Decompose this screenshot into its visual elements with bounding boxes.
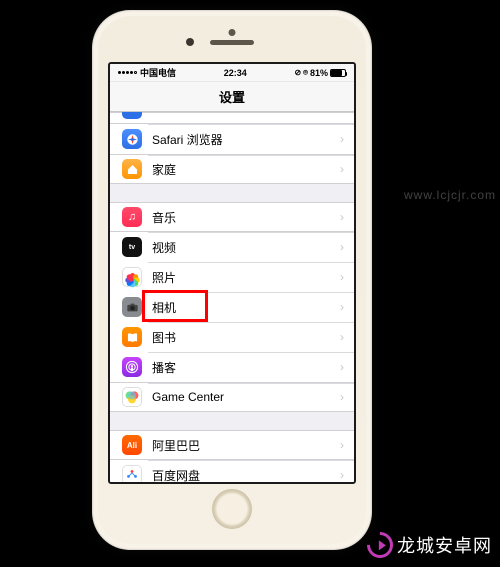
chevron-right-icon: › <box>340 468 344 482</box>
chevron-right-icon: › <box>340 270 344 284</box>
chevron-right-icon: › <box>340 300 344 314</box>
list-item-label: Game Center <box>152 390 340 404</box>
list-item-books[interactable]: 图书 › <box>110 322 354 352</box>
baidupan-icon <box>122 465 142 482</box>
chevron-right-icon: › <box>340 210 344 224</box>
list-item-label: 视频 <box>152 239 340 256</box>
home-button[interactable] <box>108 484 356 534</box>
list-item-camera[interactable]: 相机 › <box>110 292 354 322</box>
list-item-photos[interactable]: 照片 › <box>110 262 354 292</box>
list-item-label: 相机 <box>152 299 340 316</box>
battery-percent: 81% <box>310 68 328 78</box>
unknown-icon <box>122 112 142 119</box>
watermark-bottom: 龙城安卓网 <box>367 532 492 558</box>
status-bar: 中国电信 22:34 ⊘ ⌾ 81% <box>110 64 354 82</box>
tv-icon: ​tv <box>122 237 142 257</box>
lock-icon: ⌾ <box>303 68 308 78</box>
list-item-label: 照片 <box>152 269 340 286</box>
screen: 中国电信 22:34 ⊘ ⌾ 81% 设置 <box>108 62 356 484</box>
list-item-podcasts[interactable]: 播客 › <box>110 352 354 382</box>
chevron-right-icon: › <box>340 390 344 404</box>
books-icon <box>122 327 142 347</box>
alibaba-icon: Ali <box>122 435 142 455</box>
list-item-gamecenter[interactable]: Game Center › <box>110 382 354 412</box>
chevron-right-icon: › <box>340 132 344 146</box>
list-item-label: 图书 <box>152 329 340 346</box>
status-time: 22:34 <box>176 68 294 78</box>
photos-icon <box>122 267 142 287</box>
sensor-dot <box>229 29 236 36</box>
speaker-slot <box>210 40 254 45</box>
nav-bar: 设置 <box>110 82 354 112</box>
front-camera <box>186 38 194 46</box>
chevron-right-icon: › <box>340 162 344 176</box>
camera-icon <box>122 297 142 317</box>
chevron-right-icon: › <box>340 240 344 254</box>
list-item-home[interactable]: 家庭 › <box>110 154 354 184</box>
music-icon: ♫ <box>122 207 142 227</box>
podcasts-icon <box>122 357 142 377</box>
chevron-right-icon: › <box>340 360 344 374</box>
list-item-alibaba[interactable]: Ali 阿里巴巴 › <box>110 430 354 460</box>
list-item-label: 百度网盘 <box>152 467 340 483</box>
gamecenter-icon <box>122 387 142 407</box>
settings-list[interactable]: Safari 浏览器 › 家庭 › ♫ 音乐 › <box>110 112 354 482</box>
watermark-text: 龙城安卓网 <box>397 532 492 558</box>
signal-icon <box>118 71 137 74</box>
list-item-label: 阿里巴巴 <box>152 437 340 454</box>
list-item-label: 家庭 <box>152 161 340 178</box>
phone-inner: 中国电信 22:34 ⊘ ⌾ 81% 设置 <box>98 16 366 544</box>
chevron-right-icon: › <box>340 330 344 344</box>
list-item-label: Safari 浏览器 <box>152 131 340 148</box>
chevron-right-icon: › <box>340 438 344 452</box>
page-title: 设置 <box>219 87 245 106</box>
carrier-label: 中国电信 <box>140 66 176 79</box>
list-item-video[interactable]: ​tv 视频 › <box>110 232 354 262</box>
list-item-music[interactable]: ♫ 音乐 › <box>110 202 354 232</box>
battery-icon <box>330 69 346 77</box>
safari-icon <box>122 129 142 149</box>
home-button-ring <box>212 489 252 529</box>
list-item-label: 音乐 <box>152 209 340 226</box>
list-item-safari[interactable]: Safari 浏览器 › <box>110 124 354 154</box>
alarm-icon: ⊘ <box>294 68 301 77</box>
watermark-side: www.lcjcjr.com <box>404 188 496 202</box>
list-item-baidupan[interactable]: 百度网盘 › <box>110 460 354 482</box>
home-icon <box>122 159 142 179</box>
list-item-label: 播客 <box>152 359 340 376</box>
watermark-logo-icon <box>362 527 399 564</box>
phone-device-frame: 中国电信 22:34 ⊘ ⌾ 81% 设置 <box>92 10 372 550</box>
list-item-cutoff-top[interactable] <box>110 112 354 124</box>
